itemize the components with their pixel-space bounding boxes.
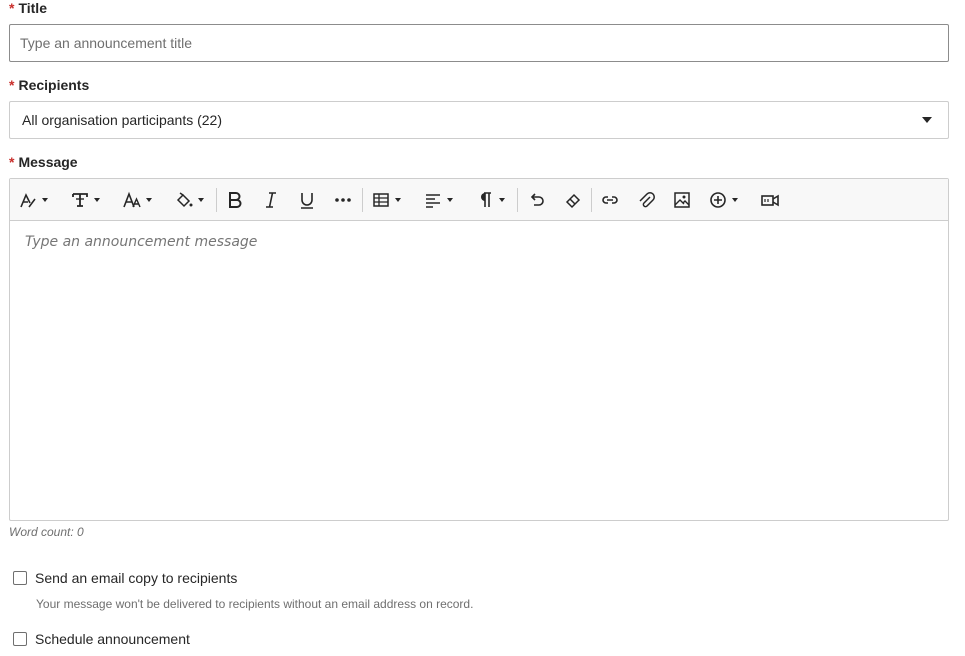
- undo-icon: [530, 193, 544, 206]
- title-label: * Title: [9, 0, 47, 17]
- message-label: * Message: [9, 154, 78, 171]
- recipients-label-text: Recipients: [18, 77, 90, 93]
- schedule-option[interactable]: Schedule announcement: [13, 631, 190, 647]
- text-style-button[interactable]: [18, 188, 48, 212]
- font-size-button[interactable]: [122, 188, 152, 212]
- recipients-select[interactable]: All organisation participants (22): [9, 101, 949, 139]
- message-textarea[interactable]: Type an announcement message: [10, 221, 948, 501]
- italic-icon: [266, 192, 276, 208]
- editor-toolbar: [10, 179, 948, 221]
- align-icon: [426, 194, 440, 208]
- link-icon: [602, 196, 618, 204]
- link-button[interactable]: [600, 188, 620, 212]
- paragraph-icon: [481, 192, 491, 207]
- insert-content-button[interactable]: [708, 188, 738, 212]
- email-copy-option[interactable]: Send an email copy to recipients: [13, 570, 237, 586]
- underline-icon: [301, 193, 313, 209]
- eraser-icon: [565, 193, 581, 209]
- message-editor: Type an announcement message: [9, 178, 949, 521]
- email-copy-help-text: Your message won't be delivered to recip…: [36, 597, 474, 611]
- attachment-icon: [639, 192, 655, 208]
- bold-icon: [229, 192, 242, 208]
- required-mark: *: [9, 154, 15, 170]
- text-style-icon: [20, 193, 36, 208]
- schedule-checkbox[interactable]: [13, 632, 27, 646]
- chevron-down-icon: [922, 117, 932, 123]
- recipients-selected-value: All organisation participants (22): [22, 112, 222, 128]
- insert-content-icon: [710, 192, 726, 208]
- table-icon: [373, 193, 389, 207]
- fill-color-button[interactable]: [174, 188, 204, 212]
- title-input[interactable]: [9, 24, 949, 62]
- video-icon: [761, 194, 779, 207]
- email-copy-checkbox[interactable]: [13, 571, 27, 585]
- word-count: Word count: 0: [9, 525, 84, 539]
- paragraph-button[interactable]: [475, 188, 505, 212]
- text-format-button[interactable]: [70, 188, 100, 212]
- title-label-text: Title: [18, 0, 47, 16]
- more-icon: [335, 198, 351, 202]
- message-label-text: Message: [18, 154, 78, 170]
- attachment-button[interactable]: [636, 188, 656, 212]
- more-button[interactable]: [333, 188, 353, 212]
- font-size-icon: [123, 191, 141, 208]
- underline-button[interactable]: [297, 188, 317, 212]
- table-button[interactable]: [371, 188, 401, 212]
- image-icon: [674, 192, 690, 208]
- required-mark: *: [9, 0, 15, 16]
- align-button[interactable]: [423, 188, 453, 212]
- recipients-label: * Recipients: [9, 77, 89, 94]
- undo-button[interactable]: [527, 188, 547, 212]
- message-placeholder: Type an announcement message: [25, 234, 258, 250]
- schedule-label: Schedule announcement: [35, 631, 190, 647]
- bold-button[interactable]: [225, 188, 245, 212]
- video-button[interactable]: [760, 188, 780, 212]
- clear-format-button[interactable]: [563, 188, 583, 212]
- text-format-icon: [72, 193, 88, 207]
- email-copy-label: Send an email copy to recipients: [35, 570, 238, 586]
- image-button[interactable]: [672, 188, 692, 212]
- fill-color-icon: [176, 192, 193, 208]
- required-mark: *: [9, 77, 15, 93]
- italic-button[interactable]: [261, 188, 281, 212]
